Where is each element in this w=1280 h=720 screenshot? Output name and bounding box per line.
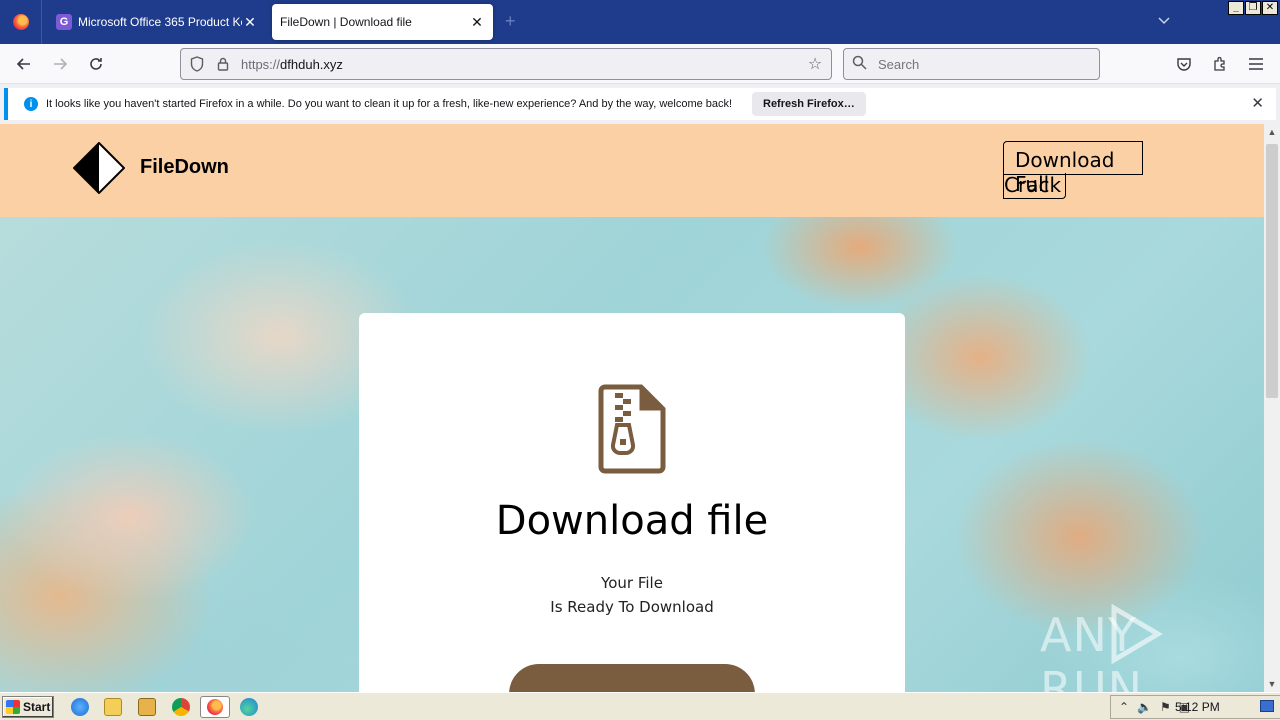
close-notification-icon[interactable]: ✕ (1251, 94, 1264, 112)
url-host: dfhduh.xyz (280, 56, 343, 72)
system-tray: ⌃ 🔈 ⚑ ▣ 5:12 PM (1110, 695, 1280, 719)
navigation-toolbar: https://dfhduh.xyz ☆ (0, 44, 1280, 84)
scroll-down-icon[interactable]: ▼ (1264, 676, 1280, 692)
close-window-icon[interactable]: ✕ (1262, 1, 1278, 15)
tray-expand-icon[interactable]: ⌃ (1119, 700, 1129, 714)
brand-name[interactable]: FileDown (140, 156, 229, 179)
tab-filedown[interactable]: FileDown | Download file ✕ (272, 4, 493, 40)
windows-flag-icon (6, 700, 20, 714)
zip-file-icon (597, 383, 667, 478)
page-viewport: FileDown Download Full Crack Download fi… (0, 124, 1264, 692)
firefox-taskbar-icon[interactable] (200, 696, 230, 718)
header-download-button[interactable]: Download Full Crack (1003, 141, 1143, 199)
card-title: Download file (495, 498, 769, 544)
card-subtitle-line2: Is Ready To Download (550, 598, 714, 616)
clock[interactable]: 5:12 PM (1175, 700, 1220, 714)
search-input[interactable] (878, 56, 1078, 72)
media-player-icon[interactable] (138, 698, 156, 716)
notification-message: It looks like you haven't started Firefo… (46, 98, 733, 110)
site-header: FileDown Download Full Crack (0, 124, 1264, 217)
minimize-icon[interactable]: _ (1228, 1, 1244, 15)
forward-icon[interactable] (48, 52, 72, 76)
hamburger-menu-icon[interactable] (1244, 52, 1268, 76)
download-card: Download file Your File Is Ready To Down… (359, 313, 905, 692)
anyrun-watermark: ANY RUN (1040, 604, 1264, 692)
chrome-icon[interactable] (172, 698, 190, 716)
volume-icon[interactable]: 🔈 (1137, 700, 1152, 714)
header-button-line1: Download Full (1003, 141, 1143, 196)
tab-favicon-icon: G (56, 14, 72, 30)
reload-icon[interactable] (84, 52, 108, 76)
tab-strip: G Microsoft Office 365 Product Key F ✕ F… (0, 0, 1280, 44)
firefox-logo-icon (12, 14, 29, 30)
tab-title: FileDown | Download file (280, 15, 412, 29)
notification-bar: i It looks like you haven't started Fire… (4, 88, 1276, 120)
url-protocol: https:// (241, 56, 281, 72)
file-explorer-icon[interactable] (104, 698, 122, 716)
lock-icon[interactable] (213, 54, 233, 74)
start-button[interactable]: Start (2, 696, 54, 718)
card-subtitle: Your File Is Ready To Download (359, 571, 905, 619)
window-controls: _ ❐ ✕ (1228, 1, 1278, 15)
back-icon[interactable] (12, 52, 36, 76)
download-full-crack-button[interactable]: Download Full Crack (509, 664, 755, 692)
start-label: Start (23, 700, 51, 714)
firefox-menu-button[interactable] (0, 0, 42, 44)
header-button-line2: Crack (1003, 173, 1066, 199)
url-text[interactable]: https://dfhduh.xyz (241, 57, 803, 72)
play-logo-icon (1111, 604, 1163, 664)
close-tab-icon[interactable]: ✕ (469, 14, 485, 30)
show-desktop-icon[interactable] (1260, 700, 1274, 712)
card-subtitle-line1: Your File (601, 574, 663, 592)
search-bar[interactable] (843, 48, 1100, 80)
list-all-tabs-icon[interactable] (1158, 14, 1170, 28)
bookmark-star-icon[interactable]: ☆ (803, 54, 827, 74)
restore-icon[interactable]: ❐ (1245, 1, 1261, 15)
url-bar[interactable]: https://dfhduh.xyz ☆ (180, 48, 832, 80)
close-tab-icon[interactable]: ✕ (242, 14, 258, 30)
edge-icon[interactable] (240, 698, 258, 716)
vertical-scrollbar[interactable]: ▲ ▼ (1264, 124, 1280, 692)
scroll-up-icon[interactable]: ▲ (1264, 124, 1280, 140)
extensions-icon[interactable] (1208, 52, 1232, 76)
filedown-logo-icon[interactable] (72, 141, 126, 197)
action-center-flag-icon[interactable]: ⚑ (1160, 700, 1171, 714)
info-icon: i (24, 97, 38, 111)
windows-taskbar: Start ⌃ 🔈 ⚑ ▣ 5:12 PM (0, 692, 1280, 720)
refresh-firefox-button[interactable]: Refresh Firefox… (752, 92, 866, 116)
new-tab-icon[interactable]: + (505, 12, 516, 30)
internet-explorer-icon[interactable] (71, 698, 89, 716)
tab-office-key[interactable]: G Microsoft Office 365 Product Key F ✕ (48, 4, 266, 40)
shield-icon[interactable] (187, 54, 207, 74)
search-icon (852, 55, 872, 73)
scrollbar-thumb[interactable] (1266, 144, 1278, 398)
pocket-icon[interactable] (1172, 52, 1196, 76)
tab-title: Microsoft Office 365 Product Key F (78, 15, 242, 29)
firefox-logo-icon (207, 699, 223, 715)
